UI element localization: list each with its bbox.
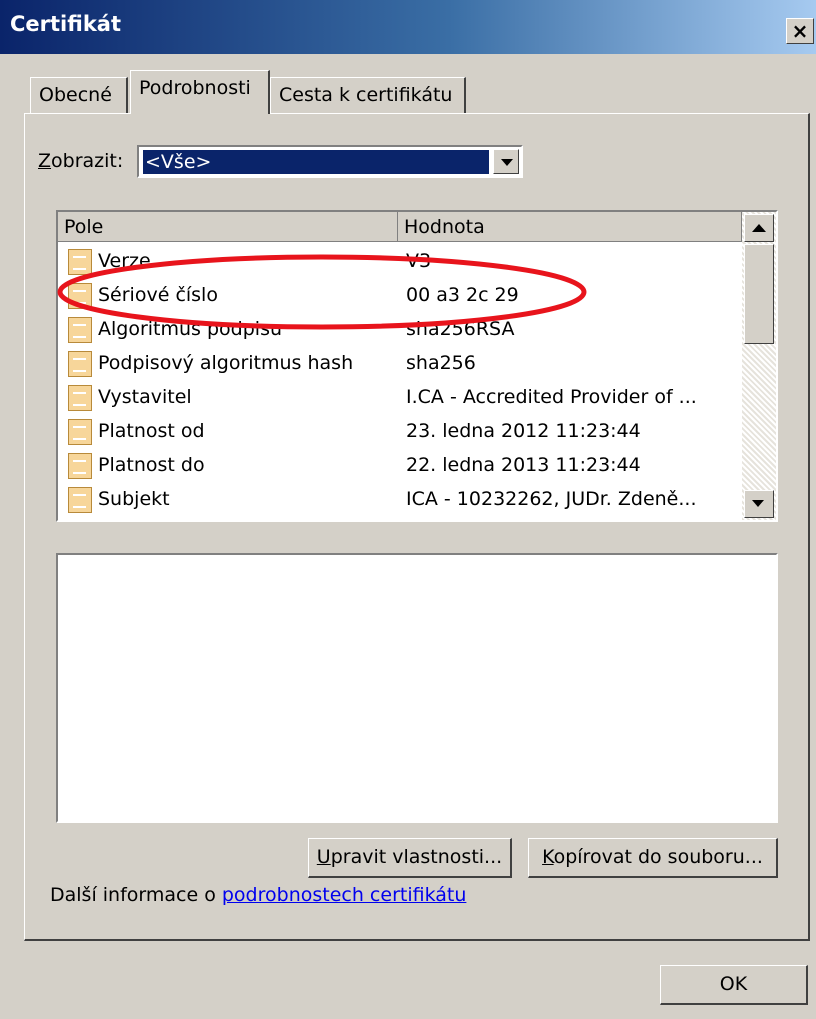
filter-label: Zobrazit: [38,150,124,172]
list-header: Pole Hodnota [58,212,742,242]
chevron-down-icon [501,159,513,166]
scroll-thumb[interactable] [744,244,774,344]
scroll-down-button[interactable] [744,490,774,518]
certificate-field-icon [68,283,92,309]
list-row[interactable]: Subjekt ICA - 10232262, JUDr. Zdeně... [58,484,742,518]
certificate-details-link[interactable]: podrobnostech certifikátu [222,884,467,906]
field-name: Subjekt [98,488,170,510]
field-name: Algoritmus podpisu [98,318,283,340]
certificate-field-icon [68,351,92,377]
vertical-scrollbar[interactable] [742,212,776,520]
window-title: Certifikát [10,12,121,36]
field-value: V3 [406,250,432,272]
column-header-field[interactable]: Pole [58,212,398,242]
certificate-field-icon [68,419,92,445]
field-name: Sériové číslo [98,284,218,306]
list-row[interactable]: Verze V3 [58,246,742,280]
scroll-up-button[interactable] [744,214,774,242]
certificate-dialog: Certifikát × Obecné Podrobnosti Cesta k … [0,0,816,1019]
field-value: 22. ledna 2013 11:23:44 [406,454,641,476]
field-name: Podpisový algoritmus hash [98,352,354,374]
field-detail-box[interactable] [56,553,778,823]
title-bar: Certifikát × [0,0,816,54]
column-header-value[interactable]: Hodnota [398,212,742,242]
arrow-up-icon [752,224,766,232]
certificate-field-icon [68,453,92,479]
list-row[interactable]: Podpisový algoritmus hash sha256 [58,348,742,382]
field-name: Verze [98,250,151,272]
list-row[interactable]: Platnost od 23. ledna 2012 11:23:44 [58,416,742,450]
list-row[interactable]: Platnost do 22. ledna 2013 11:23:44 [58,450,742,484]
list-row[interactable]: Vystavitel I.CA - Accredited Provider of … [58,382,742,416]
field-value: sha256RSA [406,318,515,340]
field-name: Platnost od [98,420,205,442]
close-button[interactable]: × [786,18,814,44]
show-filter-value: <Vše> [143,150,489,174]
show-filter-select[interactable]: <Vše> [137,145,523,178]
certificate-field-icon [68,487,92,513]
tab-details[interactable]: Podrobnosti [130,70,270,114]
list-row[interactable]: Algoritmus podpisu sha256RSA [58,314,742,348]
field-value: sha256 [406,352,476,374]
field-name: Vystavitel [98,386,192,408]
info-text: Další informace o podrobnostech certifik… [50,884,467,906]
edit-properties-button[interactable]: Upravit vlastnosti... [308,838,512,878]
dropdown-button[interactable] [493,149,519,174]
certificate-field-icon [68,385,92,411]
tab-certification-path[interactable]: Cesta k certifikátu [270,77,466,113]
field-value: ICA - 10232262, JUDr. Zdeně... [406,488,697,510]
certificate-fields-list[interactable]: Pole Hodnota Verze V3 Sériové číslo 00 a3 2… [56,210,778,522]
field-value: 23. ledna 2012 11:23:44 [406,420,641,442]
field-value: I.CA - Accredited Provider of ... [406,386,697,408]
list-row[interactable]: Sériové číslo 00 a3 2c 29 [58,280,742,314]
arrow-down-icon [752,500,764,507]
copy-to-file-button[interactable]: Kopírovat do souboru... [528,838,778,878]
field-name: Platnost do [98,454,205,476]
ok-button[interactable]: OK [660,965,808,1005]
field-value: 00 a3 2c 29 [406,284,519,306]
certificate-field-icon [68,249,92,275]
certificate-field-icon [68,317,92,343]
tab-general[interactable]: Obecné [30,77,128,113]
